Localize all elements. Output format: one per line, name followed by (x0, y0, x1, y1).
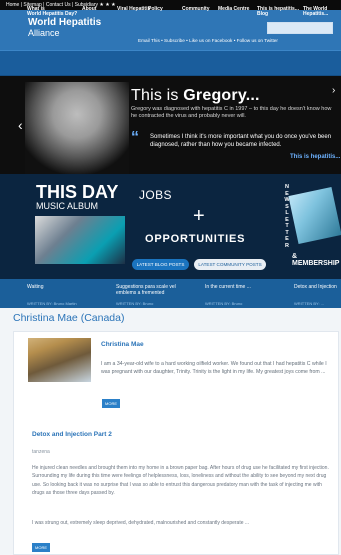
hero-subtitle: Gregory was diagnosed with hepatitis C i… (131, 106, 332, 119)
hero-title-name: Gregory... (183, 87, 260, 104)
strip-post-title[interactable]: Suggestions para scale vel emblems a fre… (116, 284, 184, 296)
bio-name: Christina Mae (101, 341, 144, 348)
post-body: He injured clean needles and brought the… (32, 465, 329, 496)
tab-latest-community-posts[interactable]: LATEST COMMUNITY POSTS (194, 259, 266, 270)
strip-post-title[interactable]: Waiting (27, 284, 44, 290)
opportunities-label[interactable]: OPPORTUNITIES (145, 233, 245, 245)
strip-post-meta: WRITTEN BY: ... (294, 301, 325, 306)
page: Home | Sitemap | Contact Us | Subsidiary… (0, 0, 341, 555)
main-menu (0, 50, 341, 76)
menu-media-centre[interactable]: Media Centre (218, 7, 249, 12)
quote-icon: “ (131, 129, 139, 146)
album-subtitle[interactable]: MUSIC ALBUM (36, 202, 98, 211)
menu-world-hepatitis[interactable]: The World Hepatitis... (303, 7, 328, 17)
strip-post-title[interactable]: Detox and Injection (294, 284, 338, 290)
membership-label[interactable]: & MEMBERSHIP (292, 253, 341, 267)
menu-what-is[interactable]: What is World Hepatitis Day? (27, 7, 77, 17)
hero-quote: Sometimes I think it's more important wh… (150, 134, 332, 148)
newsletter-art[interactable] (288, 186, 341, 245)
more-button[interactable]: MORE (102, 399, 120, 408)
chevron-left-icon[interactable]: ‹ (18, 117, 23, 133)
strip-post-title[interactable]: In the current time ... (205, 284, 265, 290)
album-art[interactable] (35, 216, 125, 264)
hero-title: This is Gregory... (131, 87, 260, 105)
album-title[interactable]: THIS DAY (36, 183, 118, 201)
strip-post-meta: WRITTEN BY: Bruno Martin (27, 301, 77, 306)
search-input[interactable] (267, 22, 333, 34)
logo-line1[interactable]: World Hepatitis (28, 18, 101, 28)
hero-photo (25, 82, 129, 174)
menu-community[interactable]: Community (182, 7, 210, 12)
logo-line2[interactable]: Alliance (28, 29, 60, 38)
strip-post-meta: WRITTEN BY: Bruno (205, 301, 243, 306)
post-body-continued: I was strung out, extremely sleep depriv… (32, 520, 250, 526)
menu-about[interactable]: About (82, 7, 96, 12)
post-author: tanzena (32, 449, 50, 455)
strip-post-meta: WRITTEN BY: Bruno (116, 301, 154, 306)
newsletter-vertical-label[interactable]: N E W S L E T T E R (282, 184, 292, 249)
post-tabs: LATEST BLOG POSTS LATEST COMMUNITY POSTS (132, 259, 292, 270)
hero-title-prefix: This is (131, 87, 184, 104)
quote-source: This is hepatitis... (290, 154, 341, 160)
tab-latest-blog-posts[interactable]: LATEST BLOG POSTS (132, 259, 189, 270)
profile-name-heading: Christina Mae (Canada) (13, 312, 125, 324)
plus-icon: + (193, 205, 205, 227)
menu-policy[interactable]: Policy (148, 7, 163, 12)
post-title[interactable]: Detox and Injection Part 2 (32, 431, 112, 438)
header-links[interactable]: Email This • Subscribe • Like us on Face… (138, 38, 338, 43)
more-button[interactable]: MORE (32, 543, 50, 552)
chevron-right-icon[interactable]: › (332, 85, 335, 96)
menu-blog[interactable]: This is hepatitis... Blog (257, 7, 299, 17)
avatar (28, 338, 91, 382)
bio-text: I am a 34-year-old wife to a hard workin… (101, 361, 327, 376)
jobs-label[interactable]: JOBS (139, 188, 172, 202)
site-screenshot: Home | Sitemap | Contact Us | Subsidiary… (0, 0, 341, 308)
